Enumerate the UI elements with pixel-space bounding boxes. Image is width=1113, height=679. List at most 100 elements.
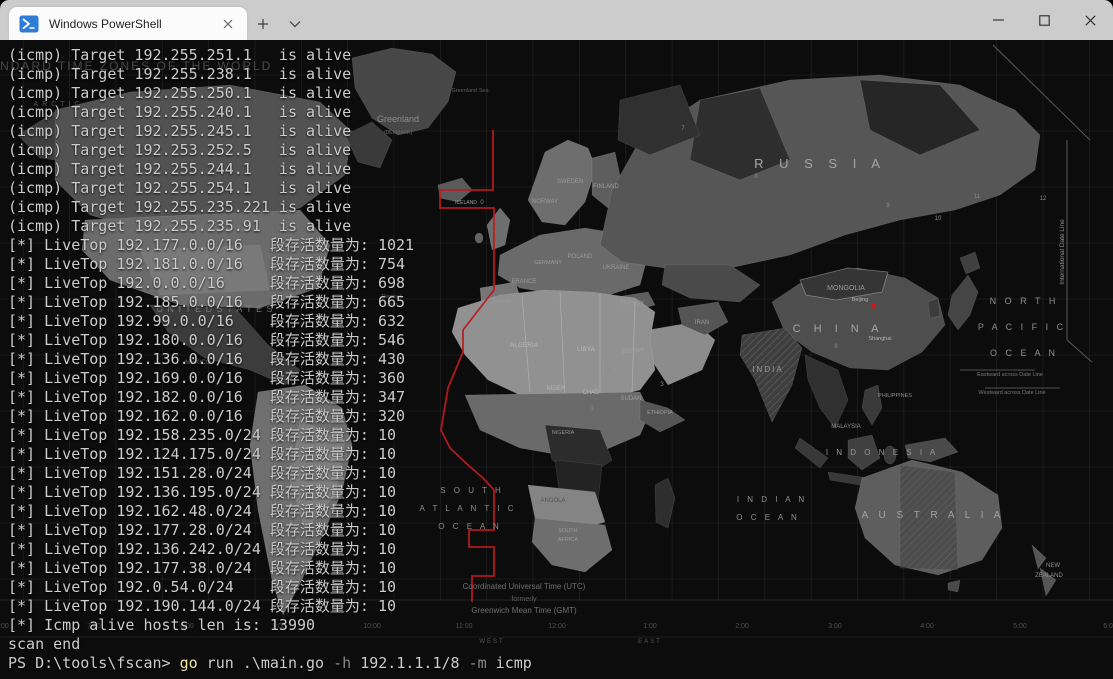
map-label: Beijing bbox=[852, 297, 869, 303]
map-label: O C E A N bbox=[736, 513, 799, 522]
tab-close-icon[interactable] bbox=[217, 13, 239, 35]
map-label: 11 bbox=[974, 194, 981, 200]
terminal-output-line: [*] LiveTop 192.124.175.0/24 段存活数量为: 10 bbox=[8, 445, 532, 464]
map-label: SOUTH bbox=[558, 528, 577, 534]
map-label: ARABIA bbox=[673, 352, 695, 358]
map-label: AFRICA bbox=[558, 537, 579, 543]
powershell-window: Windows PowerShell bbox=[0, 0, 1113, 679]
map-label: A U S T R A L I A bbox=[862, 510, 1005, 521]
prompt-segment: run .\main.go bbox=[198, 654, 333, 672]
new-tab-button[interactable] bbox=[247, 7, 279, 40]
terminal-output-line: [*] LiveTop 192.182.0.0/16 段存活数量为: 347 bbox=[8, 388, 532, 407]
map-utc-time-label: 1:00 bbox=[643, 623, 657, 630]
terminal-output-line: (icmp) Target 192.255.254.1 is alive bbox=[8, 179, 532, 198]
map-label: I N D I A N bbox=[737, 495, 807, 504]
prompt-segment: icmp bbox=[487, 654, 532, 672]
map-label: ZEALAND bbox=[1035, 573, 1063, 579]
tab-windows-powershell[interactable]: Windows PowerShell bbox=[9, 7, 247, 40]
terminal-output-line: [*] LiveTop 192.177.38.0/24 段存活数量为: 10 bbox=[8, 559, 532, 578]
map-label: SWEDEN bbox=[557, 179, 583, 185]
terminal-output-line: [*] LiveTop 192.136.242.0/24 段存活数量为: 10 bbox=[8, 540, 532, 559]
prompt-segment: -m bbox=[469, 654, 487, 672]
terminal-output-line: (icmp) Target 192.253.252.5 is alive bbox=[8, 141, 532, 160]
terminal-output-line: [*] Icmp alive hosts len is: 13990 bbox=[8, 616, 532, 635]
map-utc-time-label: 4:00 bbox=[920, 623, 934, 630]
prompt-segment: -h bbox=[333, 654, 351, 672]
map-label: N O R T H bbox=[990, 296, 1059, 306]
map-label: O C E A N bbox=[990, 348, 1058, 358]
prompt-segment: PS D:\tools\fscan> bbox=[8, 654, 180, 672]
terminal-output-line: [*] LiveTop 192.177.28.0/24 段存活数量为: 10 bbox=[8, 521, 532, 540]
terminal-output-line: [*] LiveTop 192.162.48.0/24 段存活数量为: 10 bbox=[8, 502, 532, 521]
terminal-output-line: [*] LiveTop 192.158.235.0/24 段存活数量为: 10 bbox=[8, 426, 532, 445]
map-label: UKRAINE bbox=[603, 265, 630, 271]
terminal-output-line: (icmp) Target 192.255.240.1 is alive bbox=[8, 103, 532, 122]
terminal-output-line: (icmp) Target 192.255.238.1 is alive bbox=[8, 65, 532, 84]
map-label: Westward across Date Line bbox=[978, 390, 1045, 396]
terminal-output-line: [*] LiveTop 192.177.0.0/16 段存活数量为: 1021 bbox=[8, 236, 532, 255]
terminal-output-line: [*] LiveTop 192.180.0.0/16 段存活数量为: 546 bbox=[8, 331, 532, 350]
terminal-output-line: (icmp) Target 192.255.244.1 is alive bbox=[8, 160, 532, 179]
map-utc-time-label: 12:00 bbox=[548, 623, 566, 630]
titlebar[interactable]: Windows PowerShell bbox=[0, 0, 1113, 40]
terminal-output-line: [*] LiveTop 192.136.195.0/24 段存活数量为: 10 bbox=[8, 483, 532, 502]
map-label: INDIA bbox=[752, 365, 783, 374]
map-label: NIGER bbox=[546, 386, 566, 392]
map-label: ETHIOPIA bbox=[647, 410, 673, 416]
map-label: MONGOLIA bbox=[827, 285, 865, 292]
terminal-output-line: [*] LiveTop 192.136.0.0/16 段存活数量为: 430 bbox=[8, 350, 532, 369]
map-label: NIGERIA bbox=[552, 430, 575, 436]
map-utc-time-label: 2:00 bbox=[735, 623, 749, 630]
map-utc-time-label: 6:00 bbox=[1103, 623, 1113, 630]
map-label: CHAD bbox=[582, 390, 600, 396]
terminal-prompt-line: PS D:\tools\fscan> go run .\main.go -h 1… bbox=[8, 654, 532, 673]
terminal-output-line: [*] LiveTop 192.169.0.0/16 段存活数量为: 360 bbox=[8, 369, 532, 388]
map-label: C H I N A bbox=[793, 323, 884, 335]
map-label: EGYPT bbox=[622, 348, 644, 355]
map-label: 12 bbox=[1040, 196, 1047, 202]
map-label: Eastward across Date Line bbox=[977, 372, 1043, 378]
terminal-output-line: (icmp) Target 192.255.250.1 is alive bbox=[8, 84, 532, 103]
terminal-output-line: [*] LiveTop 192.0.0.0/16 段存活数量为: 698 bbox=[8, 274, 532, 293]
map-label: GERMANY bbox=[534, 260, 562, 266]
map-label: SUDAN bbox=[620, 396, 641, 402]
tab-title: Windows PowerShell bbox=[49, 17, 217, 31]
terminal-output-line: [*] LiveTop 192.185.0.0/16 段存活数量为: 665 bbox=[8, 293, 532, 312]
map-utc-time-label: 5:00 bbox=[1013, 623, 1027, 630]
map-label: IRAN bbox=[695, 320, 709, 326]
map-beijing-dot bbox=[872, 304, 877, 309]
map-label: I N D O N E S I A bbox=[826, 448, 938, 457]
terminal-output-line: (icmp) Target 192.255.235.91 is alive bbox=[8, 217, 532, 236]
map-label: NEW bbox=[1046, 563, 1060, 569]
map-label: EAST bbox=[638, 639, 662, 645]
terminal-output-line: [*] LiveTop 192.99.0.0/16 段存活数量为: 632 bbox=[8, 312, 532, 331]
tab-dropdown-button[interactable] bbox=[279, 7, 311, 40]
close-button[interactable] bbox=[1067, 0, 1113, 40]
map-utc-time-label: 3:00 bbox=[828, 623, 842, 630]
map-label: POLAND bbox=[568, 254, 593, 260]
map-label: R U S S I A bbox=[754, 156, 886, 171]
map-label: P A C I F I C bbox=[978, 322, 1066, 332]
terminal-output-line: [*] LiveTop 192.181.0.0/16 段存活数量为: 754 bbox=[8, 255, 532, 274]
terminal-output-line: (icmp) Target 192.255.245.1 is alive bbox=[8, 122, 532, 141]
map-label: Shanghai bbox=[868, 336, 891, 342]
map-label: LIBYA bbox=[577, 346, 596, 353]
map-label: 10 bbox=[935, 216, 942, 222]
map-label: SAUDI bbox=[675, 342, 694, 348]
minimize-button[interactable] bbox=[975, 0, 1021, 40]
map-label: MALAYSIA bbox=[831, 424, 861, 430]
prompt-segment: 192.1.1.1/8 bbox=[351, 654, 468, 672]
terminal-output-line: (icmp) Target 192.255.235.221 is alive bbox=[8, 198, 532, 217]
map-label: PHILIPPINES bbox=[878, 393, 912, 399]
maximize-button[interactable] bbox=[1021, 0, 1067, 40]
powershell-icon bbox=[19, 14, 39, 34]
terminal-output: (icmp) Target 192.255.251.1 is alive(icm… bbox=[8, 46, 532, 673]
prompt-segment: go bbox=[180, 654, 198, 672]
map-label: NORWAY bbox=[532, 199, 558, 205]
terminal-output-line: [*] LiveTop 192.162.0.0/16 段存活数量为: 320 bbox=[8, 407, 532, 426]
map-label: TURKEY bbox=[620, 301, 644, 307]
map-label: ANGOLA bbox=[540, 498, 565, 504]
terminal-output-line: (icmp) Target 192.255.251.1 is alive bbox=[8, 46, 532, 65]
terminal-viewport[interactable]: STANDARD TIME ZONES OF THE WORLDARCTIC O… bbox=[0, 40, 1113, 679]
terminal-output-line: scan end bbox=[8, 635, 532, 654]
